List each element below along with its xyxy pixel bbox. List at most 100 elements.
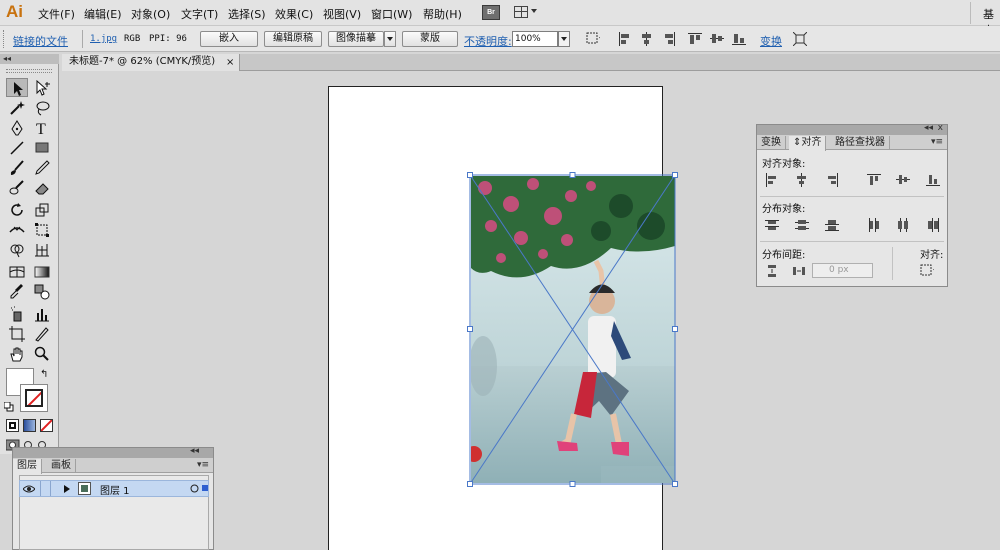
layers-panel-titlebar[interactable]: ◂◂ <box>13 446 213 458</box>
selection-indicator-icon[interactable] <box>202 485 208 491</box>
distribute-bottom-icon[interactable] <box>825 218 839 232</box>
layer-name[interactable]: 图层 1 <box>100 482 130 497</box>
opacity-input[interactable]: 100% <box>512 31 558 47</box>
align-top-edge-icon[interactable] <box>867 173 881 187</box>
eyedropper-tool[interactable] <box>6 282 28 301</box>
column-graph-tool[interactable] <box>31 304 53 323</box>
shape-builder-tool[interactable] <box>6 240 28 259</box>
align-to-selection-icon[interactable] <box>586 32 600 46</box>
blend-tool[interactable] <box>31 282 53 301</box>
embed-button[interactable]: 嵌入 <box>200 31 258 47</box>
align-to-selection-dropdown-icon[interactable] <box>920 264 934 278</box>
menu-edit[interactable]: 编辑(E) <box>84 6 122 22</box>
lasso-tool[interactable] <box>31 98 53 117</box>
target-circle-icon[interactable] <box>190 484 199 493</box>
gradient-mode-button[interactable] <box>23 419 36 432</box>
image-trace-button[interactable]: 图像描摹 <box>328 31 384 47</box>
default-colors-icon[interactable] <box>4 402 14 412</box>
horizontal-distribute-space-icon[interactable] <box>792 264 806 278</box>
scale-tool[interactable] <box>31 200 53 219</box>
distribute-horizontal-center-icon[interactable] <box>896 218 910 232</box>
slice-tool[interactable] <box>31 324 53 343</box>
eraser-tool[interactable] <box>31 178 53 197</box>
menu-type[interactable]: 文字(T) <box>181 6 218 22</box>
opacity-link[interactable]: 不透明度: <box>464 33 512 49</box>
line-segment-tool[interactable] <box>6 138 28 157</box>
magic-wand-tool[interactable] <box>6 98 28 117</box>
close-icon[interactable]: × <box>226 55 234 71</box>
opacity-dropdown[interactable] <box>558 31 570 47</box>
color-mode-button[interactable] <box>6 419 19 432</box>
align-bottom-icon[interactable] <box>732 32 746 46</box>
width-tool[interactable] <box>6 220 28 239</box>
file-name-link[interactable]: 1.jpg <box>90 34 117 44</box>
align-left-icon[interactable] <box>618 32 632 46</box>
image-trace-dropdown[interactable] <box>384 31 396 47</box>
align-vertical-center-icon[interactable] <box>896 173 910 187</box>
menu-view[interactable]: 视图(V) <box>323 6 361 22</box>
collapse-icon[interactable]: ◂◂ <box>190 446 199 456</box>
isolate-group-icon[interactable] <box>793 32 807 46</box>
align-left-edge-icon[interactable] <box>765 173 779 187</box>
free-transform-tool[interactable] <box>31 220 53 239</box>
panel-menu-icon[interactable]: ▾≡ <box>931 137 943 147</box>
distribute-top-icon[interactable] <box>765 218 779 232</box>
align-panel-titlebar[interactable]: ◂◂ x <box>757 123 947 135</box>
align-vertical-center-icon[interactable] <box>710 32 724 46</box>
symbol-sprayer-tool[interactable] <box>6 304 28 323</box>
distribute-right-icon[interactable] <box>926 218 940 232</box>
gradient-tool[interactable] <box>31 262 53 281</box>
placed-photo[interactable] <box>471 176 675 483</box>
menu-select[interactable]: 选择(S) <box>228 6 266 22</box>
pen-tool[interactable] <box>6 118 28 137</box>
align-bottom-edge-icon[interactable] <box>926 173 940 187</box>
align-right-icon[interactable] <box>662 32 676 46</box>
tab-align[interactable]: ⇕对齐 <box>789 136 827 151</box>
mask-button[interactable]: 蒙版 <box>402 31 458 47</box>
eye-icon[interactable] <box>23 484 35 494</box>
distribute-left-icon[interactable] <box>867 218 881 232</box>
distribute-vertical-center-icon[interactable] <box>795 218 809 232</box>
bridge-button[interactable]: Br <box>482 5 500 20</box>
artboard-tool[interactable] <box>6 324 28 343</box>
none-mode-button[interactable] <box>40 419 53 432</box>
rectangle-tool[interactable] <box>31 138 53 157</box>
tools-panel-grip[interactable] <box>6 69 52 73</box>
tab-transform[interactable]: 变换 <box>757 136 786 150</box>
menu-window[interactable]: 窗口(W) <box>371 6 412 22</box>
pencil-tool[interactable] <box>31 158 53 177</box>
mesh-tool[interactable] <box>6 262 28 281</box>
transform-link[interactable]: 变换 <box>760 33 782 49</box>
menu-object[interactable]: 对象(O) <box>131 6 170 22</box>
collapse-icon[interactable]: ◂◂ <box>924 123 933 133</box>
tools-panel-collapse[interactable]: ◂◂ <box>0 54 59 64</box>
rotate-tool[interactable] <box>6 200 28 219</box>
document-tab[interactable]: 未标题-7* @ 62% (CMYK/预览) × <box>62 54 240 71</box>
align-horizontal-center-icon[interactable] <box>795 173 809 187</box>
menu-effect[interactable]: 效果(C) <box>275 6 313 22</box>
control-bar-grip[interactable] <box>3 30 6 48</box>
layer-row[interactable]: 图层 1 <box>19 480 209 497</box>
paintbrush-tool[interactable] <box>6 158 28 177</box>
panel-menu-icon[interactable]: ▾≡ <box>197 460 209 470</box>
vertical-distribute-space-icon[interactable] <box>765 264 779 278</box>
tab-artboards[interactable]: 画板 <box>47 459 76 473</box>
direct-selection-tool[interactable] <box>31 78 53 97</box>
perspective-grid-tool[interactable] <box>31 240 53 259</box>
align-horizontal-center-icon[interactable] <box>640 32 654 46</box>
linked-file-link[interactable]: 链接的文件 <box>13 33 68 49</box>
swap-colors-icon[interactable]: ↰ <box>40 369 48 380</box>
align-top-icon[interactable] <box>688 32 702 46</box>
selection-tool[interactable] <box>6 78 28 97</box>
tab-pathfinder[interactable]: 路径查找器 <box>831 136 890 150</box>
blob-brush-tool[interactable] <box>6 178 28 197</box>
expand-triangle-icon[interactable] <box>64 485 70 493</box>
type-tool[interactable]: T <box>31 118 53 137</box>
zoom-tool[interactable] <box>31 344 53 363</box>
menu-file[interactable]: 文件(F) <box>38 6 75 22</box>
close-icon[interactable]: x <box>938 123 943 133</box>
edit-original-button[interactable]: 编辑原稿 <box>264 31 322 47</box>
tab-layers[interactable]: 图层 <box>13 459 42 474</box>
menu-help[interactable]: 帮助(H) <box>423 6 462 22</box>
distribute-spacing-input[interactable]: 0 px <box>812 263 873 278</box>
